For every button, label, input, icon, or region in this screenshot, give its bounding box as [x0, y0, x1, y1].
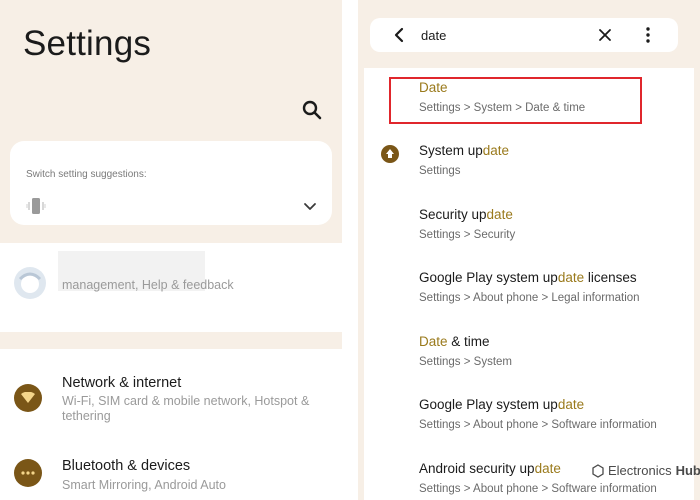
search-icon[interactable]	[300, 98, 324, 122]
result-path: Settings > System > Date & time	[419, 102, 586, 114]
account-subtitle: management, Help & feedback	[62, 278, 234, 292]
watermark-brand: Electronics	[608, 463, 672, 478]
setting-network[interactable]: Network & internet Wi-Fi, SIM card & mob…	[0, 367, 342, 437]
result-path: Settings	[419, 165, 461, 177]
watermark-suffix: Hub	[675, 463, 700, 478]
settings-list: Network & internet Wi-Fi, SIM card & mob…	[0, 349, 342, 500]
watermark: Electronics Hub	[592, 463, 700, 478]
suggestion-label: Switch setting suggestions:	[26, 169, 147, 180]
electronics-hub-logo-icon	[592, 463, 604, 478]
setting-subtitle: Smart Mirroring, Android Auto	[62, 478, 226, 492]
setting-title: Network & internet	[62, 375, 182, 391]
vibrate-icon	[26, 198, 46, 214]
result-title: System update	[419, 143, 510, 158]
close-icon[interactable]	[598, 28, 612, 42]
account-item[interactable]: management, Help & feedback	[0, 243, 342, 332]
result-path: Settings > About phone > Software inform…	[419, 419, 657, 431]
chevron-down-icon[interactable]	[302, 198, 318, 214]
setting-title: Bluetooth & devices	[62, 458, 191, 474]
result-item[interactable]: Google Play system update licenses Setti…	[364, 258, 694, 320]
page-title: Settings	[23, 24, 152, 63]
result-item[interactable]: Google Play system update Settings > Abo…	[364, 385, 694, 447]
result-item[interactable]: Date & time Settings > System	[364, 322, 694, 384]
back-arrow-icon[interactable]	[392, 27, 408, 43]
search-panel: date Date Settings > System > Date & tim…	[358, 0, 700, 500]
result-title: Google Play system update licenses	[419, 270, 637, 285]
settings-panel: Settings Switch setting suggestions: man…	[0, 0, 342, 500]
result-path: Settings > Security	[419, 229, 516, 241]
result-title: Date & time	[419, 334, 490, 349]
search-input[interactable]: date	[421, 28, 446, 43]
wifi-icon	[14, 384, 42, 412]
avatar	[14, 267, 46, 299]
result-path: Settings > About phone > Legal informati…	[419, 292, 640, 304]
search-bar[interactable]: date	[370, 18, 678, 52]
result-item[interactable]: System update Settings	[364, 131, 694, 193]
more-dots-icon	[14, 459, 42, 487]
result-title: Security update	[419, 207, 513, 222]
suggestion-card[interactable]: Switch setting suggestions:	[10, 141, 332, 225]
result-path: Settings > System	[419, 356, 512, 368]
setting-subtitle: Wi-Fi, SIM card & mobile network, Hotspo…	[62, 394, 310, 423]
result-title: Android security update	[419, 461, 561, 476]
setting-bluetooth[interactable]: Bluetooth & devices Smart Mirroring, And…	[0, 451, 342, 500]
more-vert-icon[interactable]	[646, 27, 650, 43]
search-results: Date Settings > System > Date & time Sys…	[364, 68, 700, 500]
result-title: Google Play system update	[419, 397, 585, 412]
result-title: Date	[419, 80, 448, 95]
result-path: Settings > About phone > Software inform…	[419, 483, 657, 495]
system-update-icon	[381, 145, 399, 163]
result-item[interactable]: Date Settings > System > Date & time	[364, 68, 694, 130]
result-item[interactable]: Security update Settings > Security	[364, 195, 694, 257]
